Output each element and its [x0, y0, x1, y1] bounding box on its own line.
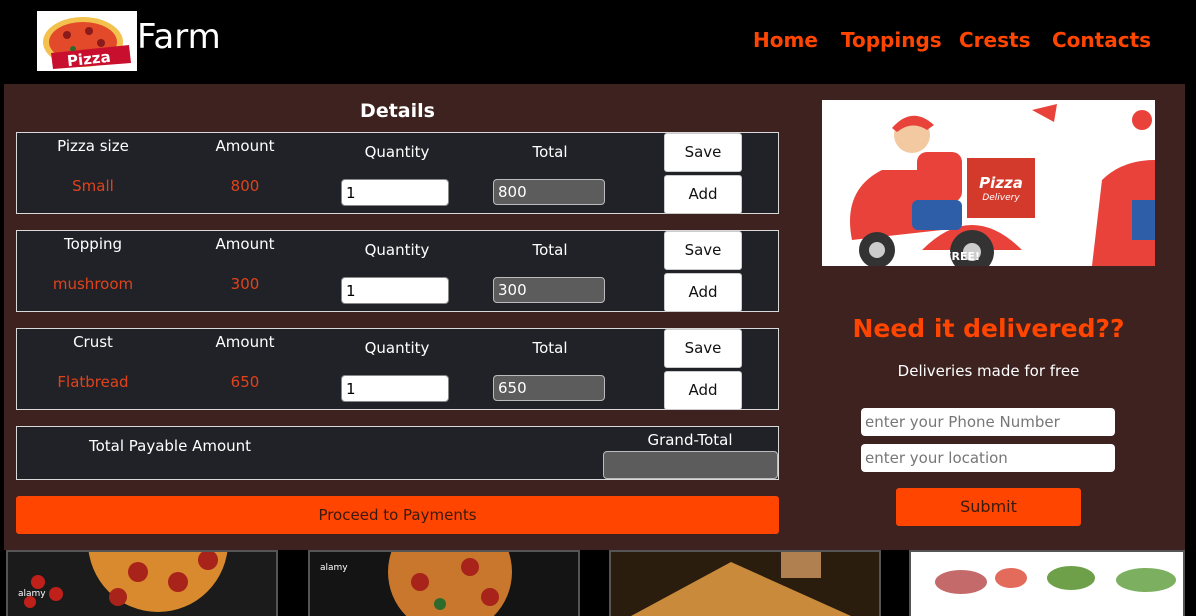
topping-add-button[interactable]: Add [664, 273, 742, 312]
delivery-heading: Need it delivered?? [852, 314, 1125, 343]
pizza-size-quantity-input[interactable] [341, 179, 449, 206]
crust-save-button[interactable]: Save [664, 329, 742, 368]
crust-label: Crust [73, 333, 113, 351]
thumb-watermark: alamy [18, 589, 46, 599]
logo[interactable]: Pizza [37, 11, 137, 71]
toppings-illustration-image [935, 566, 1176, 594]
nav-toppings[interactable]: Toppings [841, 28, 942, 52]
pizza-dark-image: alamy [320, 552, 512, 616]
delivery-free-text: FREE! [944, 250, 980, 263]
delivery-box-brand: Pizza [979, 174, 1023, 192]
pizza-board-image [611, 552, 879, 616]
total-label: Total [532, 143, 568, 161]
amount-label: Amount [215, 235, 275, 253]
amount-label: Amount [215, 137, 275, 155]
pizza-size-amount: 800 [230, 177, 260, 195]
total-label: Total [532, 339, 568, 357]
quantity-label: Quantity [364, 143, 430, 161]
pizza-size-total-field[interactable] [493, 179, 605, 205]
logo-text: Pizza [66, 48, 111, 70]
nav-crests[interactable]: Crests [959, 28, 1030, 52]
crust-amount: 650 [230, 373, 260, 391]
topping-total-field[interactable] [493, 277, 605, 303]
pepperoni-pizza-image: alamy [18, 552, 228, 612]
topping-label: Topping [63, 235, 123, 253]
scooter-delivery-icon: Pizza Delivery FREE! [822, 100, 1155, 266]
total-label: Total [532, 241, 568, 259]
delivery-banner-image: Pizza Delivery FREE! [822, 100, 1155, 266]
pizza-thumbnail[interactable] [909, 550, 1185, 616]
brand-name: Farm [137, 17, 221, 57]
details-title: Details [360, 100, 435, 122]
pizza-thumbnail[interactable] [609, 550, 881, 616]
pizza-thumbnail[interactable]: alamy [6, 550, 278, 616]
delivery-box-sub: Delivery [982, 193, 1020, 203]
nav-home[interactable]: Home [753, 28, 818, 52]
proceed-to-payments-button[interactable]: Proceed to Payments [16, 496, 779, 534]
topping-amount: 300 [230, 275, 260, 293]
grand-total-field[interactable] [603, 451, 778, 479]
topping-save-button[interactable]: Save [664, 231, 742, 270]
crust-add-button[interactable]: Add [664, 371, 742, 410]
crust-total-field[interactable] [493, 375, 605, 401]
pizza-size-save-button[interactable]: Save [664, 133, 742, 172]
pizza-logo-icon: Pizza [43, 17, 131, 70]
location-input[interactable] [861, 444, 1115, 472]
delivery-subheading: Deliveries made for free [897, 362, 1080, 380]
crust-value: Flatbread [57, 373, 129, 391]
submit-button[interactable]: Submit [896, 488, 1081, 526]
total-payable-label: Total Payable Amount [88, 437, 252, 455]
crust-quantity-input[interactable] [341, 375, 449, 402]
amount-label: Amount [215, 333, 275, 351]
nav-contacts[interactable]: Contacts [1052, 28, 1151, 52]
phone-number-input[interactable] [861, 408, 1115, 436]
thumb-watermark: alamy [320, 563, 348, 573]
pizza-size-value: Small [72, 177, 114, 195]
quantity-label: Quantity [364, 241, 430, 259]
pizza-thumbnail[interactable]: alamy [308, 550, 580, 616]
pizza-size-label: Pizza size [57, 137, 129, 155]
topping-quantity-input[interactable] [341, 277, 449, 304]
pizza-size-add-button[interactable]: Add [664, 175, 742, 214]
grand-total-label: Grand-Total [647, 431, 733, 449]
topping-value: mushroom [52, 275, 134, 293]
quantity-label: Quantity [364, 339, 430, 357]
